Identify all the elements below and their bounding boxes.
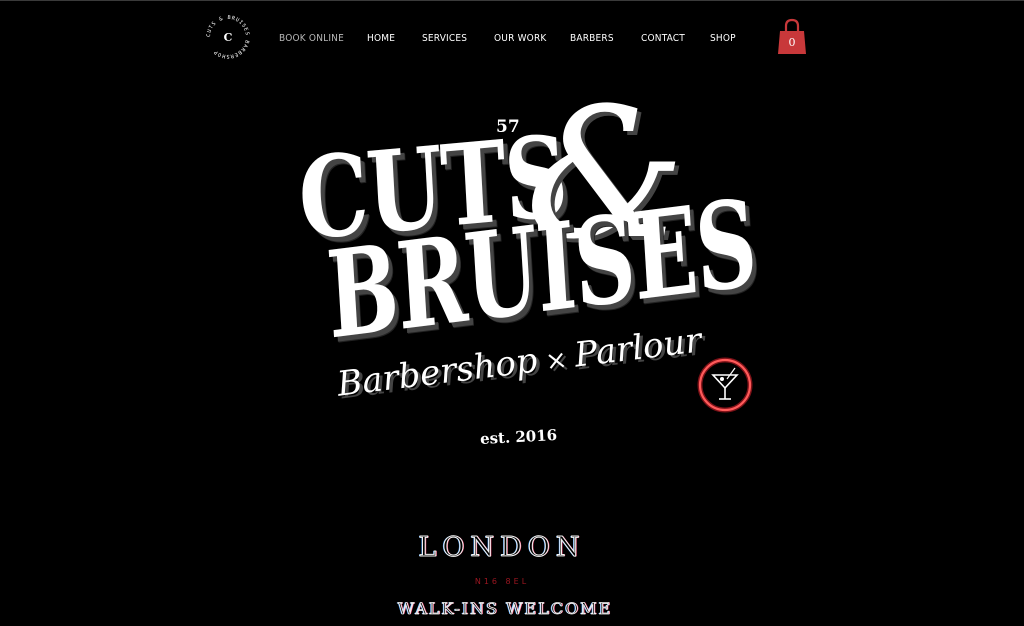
- nav-our-work[interactable]: OUR WORK: [494, 33, 547, 44]
- cocktail-neon-icon: [697, 357, 753, 413]
- top-border: [0, 0, 1024, 1]
- cart-count: 0: [788, 36, 796, 49]
- nav-barbers[interactable]: BARBERS: [570, 33, 614, 44]
- postcode-text: N16 8EL: [474, 577, 530, 586]
- nav-book-online[interactable]: BOOK ONLINE: [279, 33, 344, 44]
- nav-services[interactable]: SERVICES: [422, 33, 467, 44]
- tagline-separator: ×: [543, 344, 569, 378]
- nav-home[interactable]: HOME: [367, 33, 395, 44]
- logo-established: est. 2016: [479, 425, 558, 449]
- badge-logo-graphic: CUTS & BRUISES BARBERSHOP C: [206, 15, 249, 59]
- site-logo[interactable]: CUTS & BRUISES BARBERSHOP C: [203, 12, 253, 62]
- walkins-heading: WALK-INS WELCOME: [397, 599, 613, 619]
- cart-button[interactable]: 0: [777, 18, 807, 56]
- hero-logo: 57 CUTS & BRUISES Barbershop ×Parlour est…: [290, 85, 760, 455]
- badge-letter: C: [224, 31, 233, 44]
- nav-contact[interactable]: CONTACT: [641, 33, 685, 44]
- city-heading: LONDON: [418, 532, 586, 564]
- nav-shop[interactable]: SHOP: [710, 33, 736, 44]
